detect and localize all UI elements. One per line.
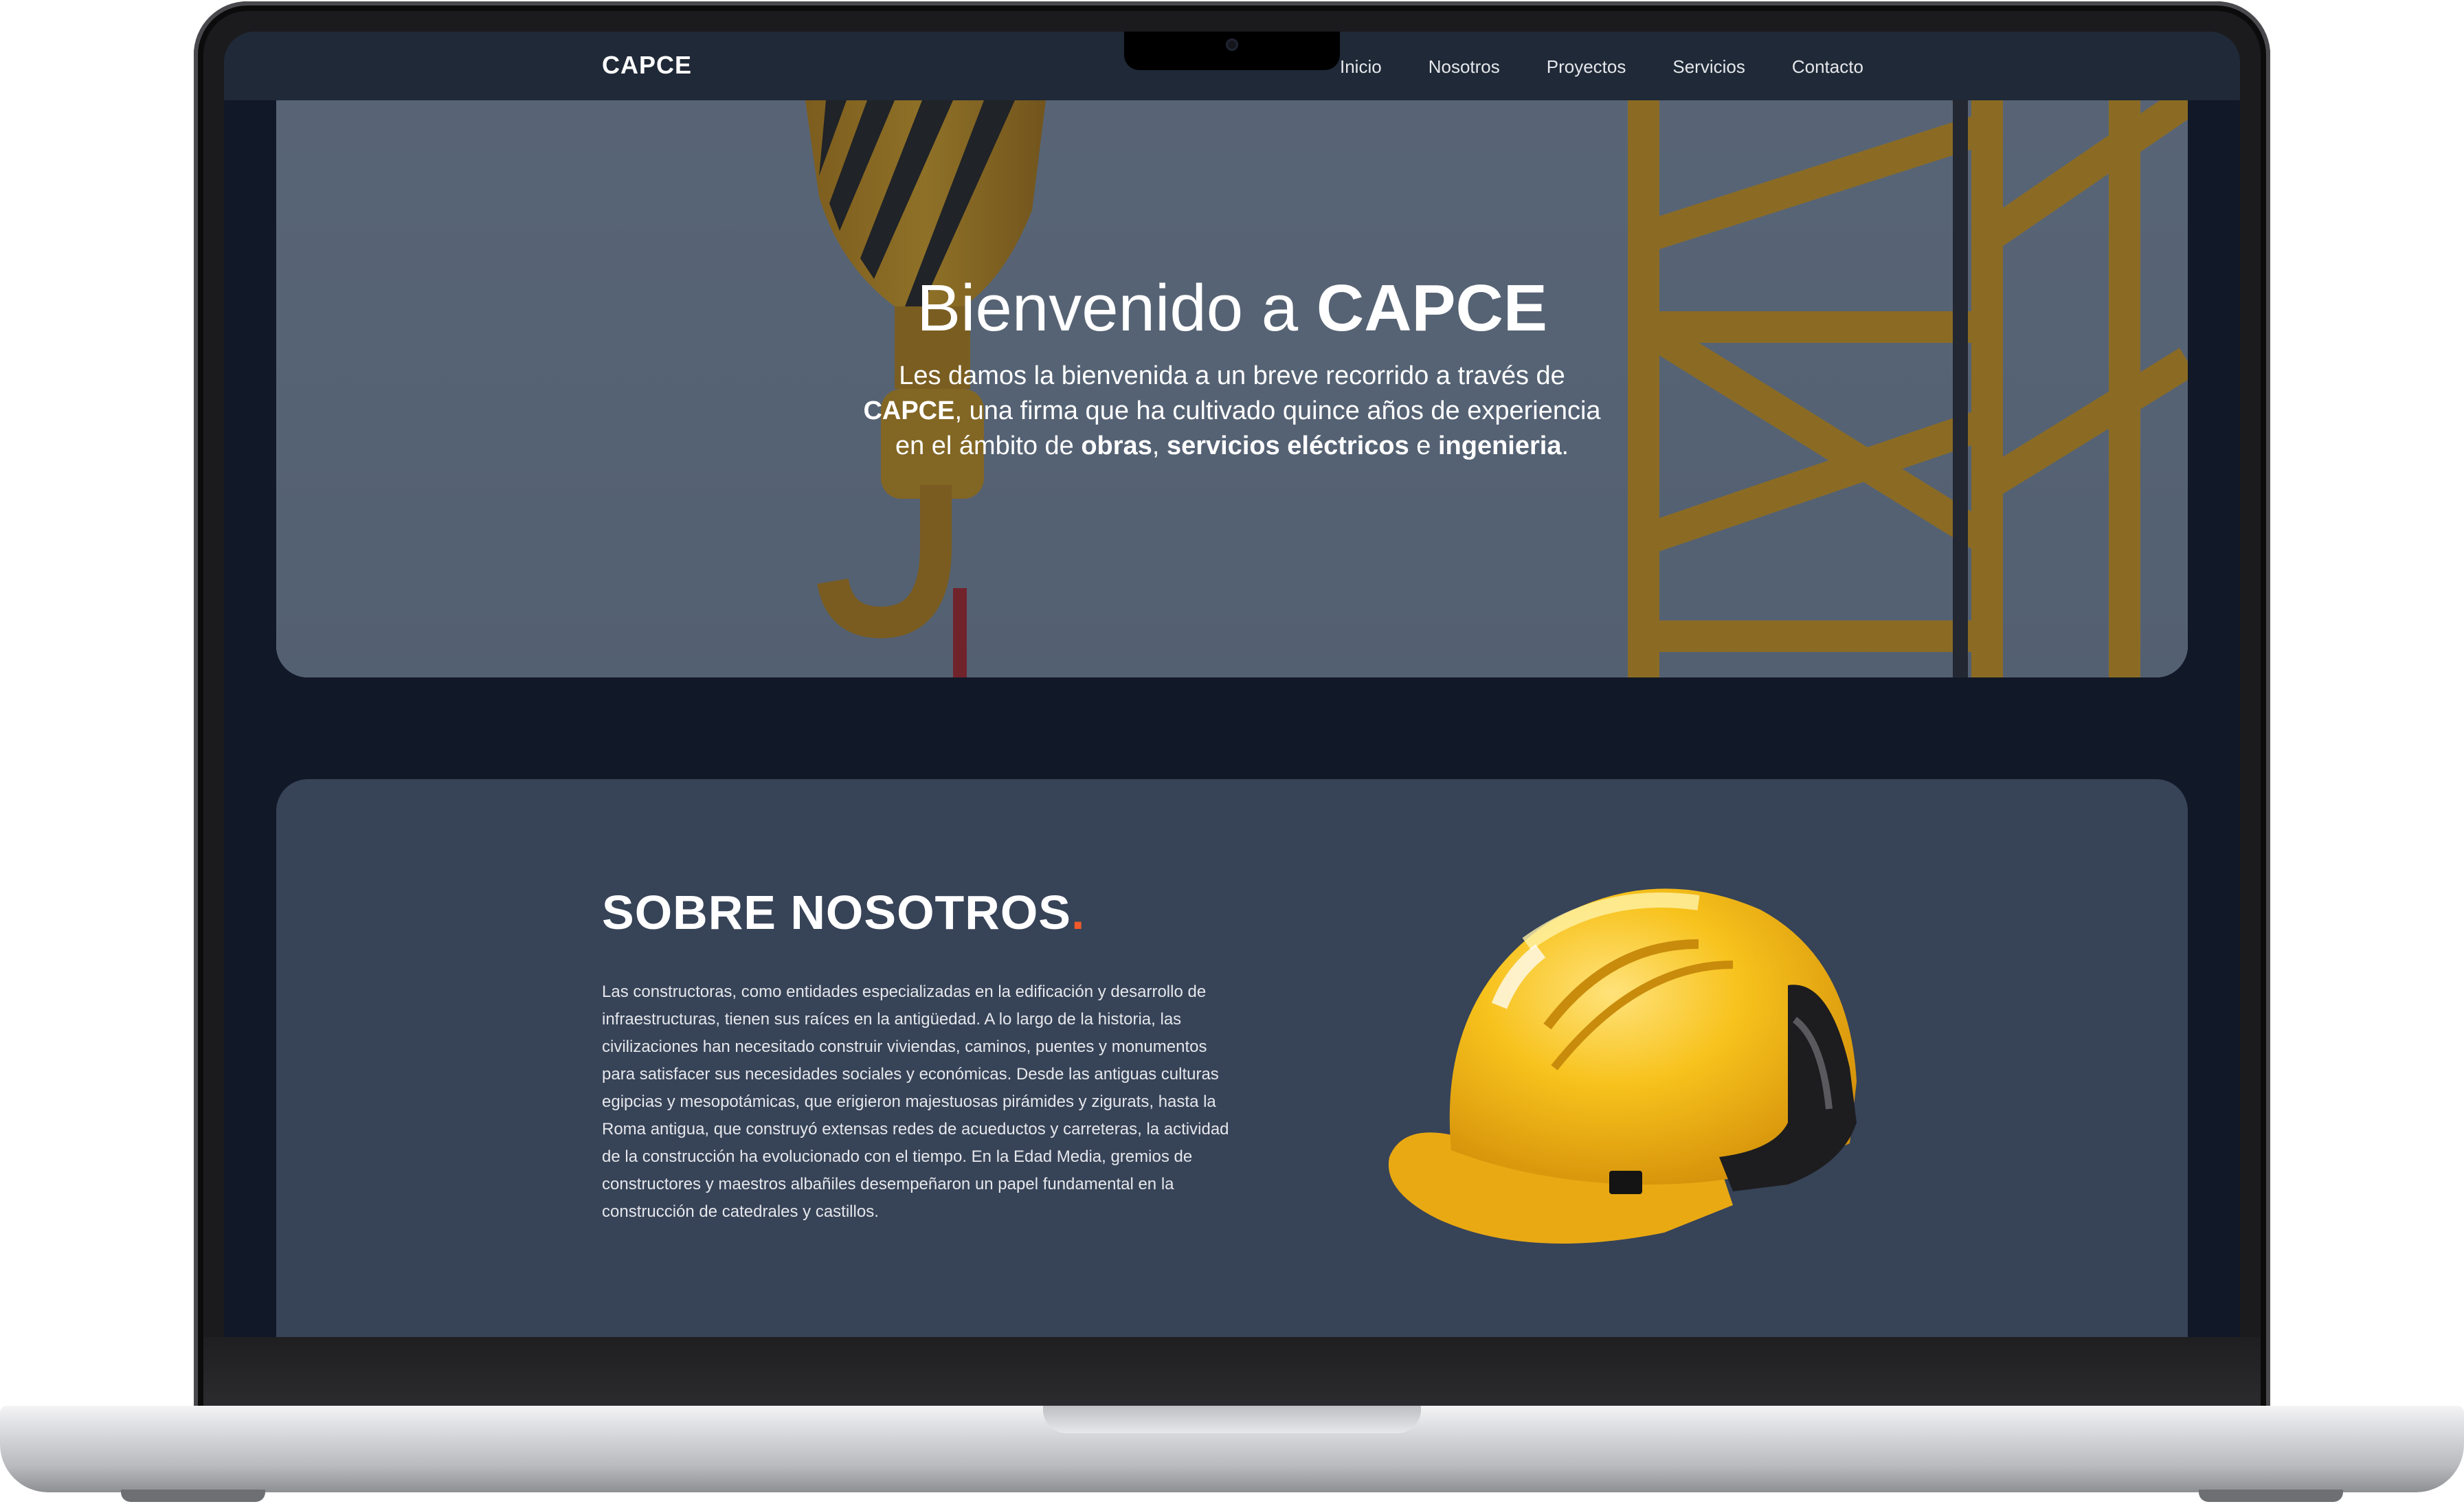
hero-title-brand: CAPCE — [1316, 271, 1547, 345]
laptop-chin — [203, 1337, 2261, 1406]
hero-title: Bienvenido a CAPCE — [860, 272, 1604, 345]
laptop-foot-right — [2199, 1490, 2343, 1502]
hero-text-part: , — [1152, 431, 1167, 460]
about-section: SOBRE NOSOTROS. Las constructoras, como … — [276, 779, 2188, 1337]
hero-section: Bienvenido a CAPCE Les damos la bienveni… — [276, 100, 2188, 677]
hard-hat-icon — [1388, 888, 1857, 1244]
nav-links: Inicio Nosotros Proyectos Servicios Cont… — [1340, 56, 1863, 78]
nav-link-proyectos[interactable]: Proyectos — [1547, 56, 1626, 78]
about-title: SOBRE NOSOTROS. — [602, 885, 1085, 940]
laptop-foot-left — [121, 1490, 265, 1502]
laptop-opening-notch — [1043, 1406, 1421, 1433]
hero-text-obras: obras — [1081, 431, 1152, 460]
nav-link-nosotros[interactable]: Nosotros — [1429, 56, 1500, 78]
hero-text-ingenieria: ingenieria — [1437, 431, 1562, 460]
nav-link-inicio[interactable]: Inicio — [1340, 56, 1382, 78]
hero-title-prefix: Bienvenido a — [917, 271, 1317, 345]
hero-text-part: e — [1409, 431, 1438, 460]
brand-logo[interactable]: CAPCE — [602, 51, 692, 80]
screen: CAPCE Inicio Nosotros Proyectos Servicio… — [224, 32, 2240, 1337]
nav-link-contacto[interactable]: Contacto — [1792, 56, 1863, 78]
hard-hat-image — [1376, 862, 1884, 1260]
about-title-dot: . — [1071, 886, 1086, 939]
nav-link-servicios[interactable]: Servicios — [1672, 56, 1745, 78]
hero-text-servicios: servicios eléctricos — [1166, 431, 1409, 460]
hero-content: Bienvenido a CAPCE Les damos la bienveni… — [860, 272, 1604, 464]
camera-notch — [1124, 32, 1340, 70]
hero-text-part: Les damos la bienvenida a un breve recor… — [899, 361, 1565, 390]
hero-description: Les damos la bienvenida a un breve recor… — [860, 359, 1604, 464]
camera-icon — [1226, 38, 1238, 51]
hero-text-brand: CAPCE — [863, 396, 955, 425]
about-title-text: SOBRE NOSOTROS — [602, 886, 1071, 939]
hero-text-part: . — [1561, 431, 1569, 460]
about-paragraph: Las constructoras, como entidades especi… — [602, 983, 1229, 1221]
